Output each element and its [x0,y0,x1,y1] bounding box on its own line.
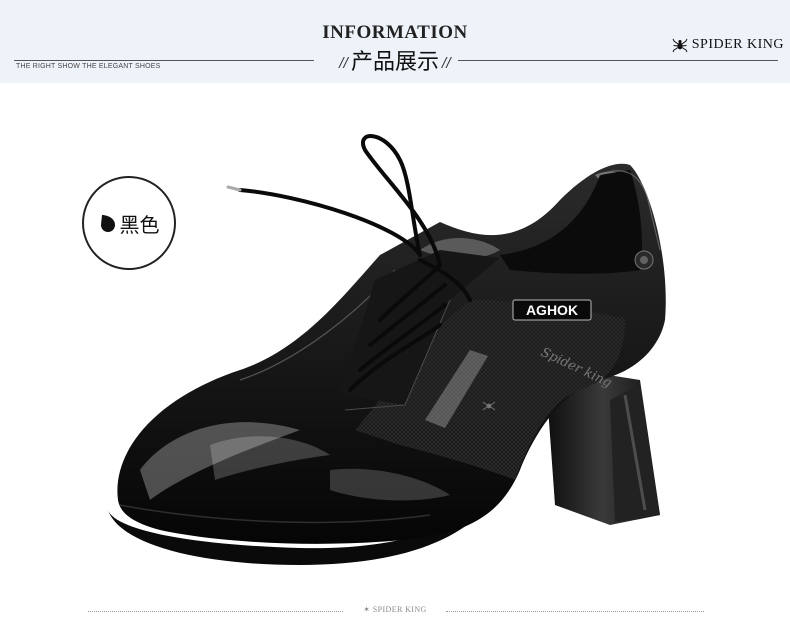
brand-plate: AGHOK [512,299,592,321]
lace-aglet [226,185,242,192]
footer-brand: ✶ SPIDER KING [363,605,427,614]
footer-brand-name: SPIDER KING [372,605,427,614]
logo-text: AGHOK [526,302,578,318]
shoe-image: AGHOK Spider king [108,134,666,565]
